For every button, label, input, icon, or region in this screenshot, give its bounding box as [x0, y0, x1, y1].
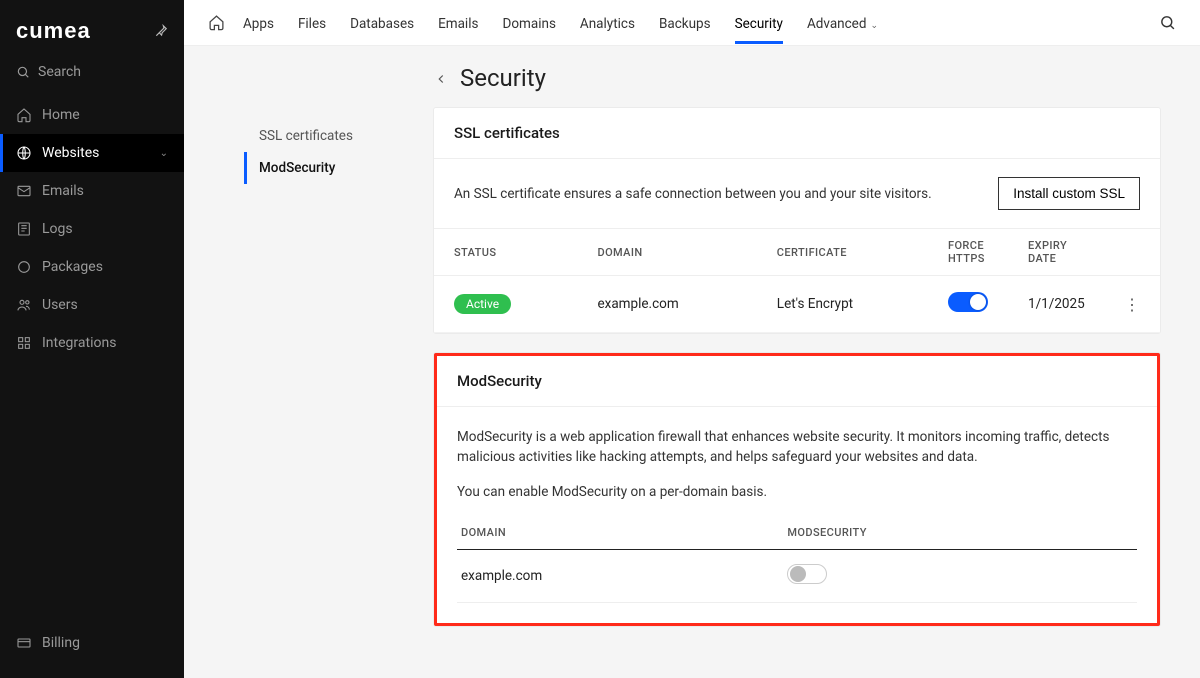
ssl-table: STATUS DOMAIN CERTIFICATE FORCE HTTPS EX… — [434, 228, 1160, 333]
sidebar-item-label: Integrations — [42, 335, 116, 351]
ssl-description: An SSL certificate ensures a safe connec… — [454, 186, 978, 202]
modsec-table-row: example.com — [457, 549, 1137, 602]
sidebar-item-label: Users — [42, 297, 78, 313]
sidebar-search-label: Search — [38, 64, 81, 80]
tab-security[interactable]: Security — [735, 3, 783, 43]
col-modsecurity: MODSECURITY — [783, 516, 1137, 550]
circle-icon — [16, 259, 32, 275]
ssl-card-heading: SSL certificates — [434, 108, 1160, 159]
ssl-expiry-cell: 1/1/2025 — [1014, 276, 1104, 333]
logs-icon — [16, 221, 32, 237]
sidebar-item-label: Home — [42, 107, 80, 123]
search-icon — [16, 65, 30, 79]
install-ssl-button[interactable]: Install custom SSL — [998, 177, 1140, 210]
row-actions-menu[interactable]: ⋮ — [1118, 295, 1146, 314]
sidebar-item-label: Emails — [42, 183, 84, 199]
back-button[interactable] — [434, 68, 448, 89]
topbar: Apps Files Databases Emails Domains Anal… — [184, 0, 1200, 46]
sidebar-item-emails[interactable]: Emails — [0, 172, 184, 210]
topbar-search-button[interactable] — [1159, 14, 1176, 31]
sidebar: ᴄumea Search Home Websites ⌄ Emails — [0, 0, 184, 678]
modsecurity-toggle[interactable] — [787, 564, 827, 584]
card-icon — [16, 635, 32, 651]
home-icon[interactable] — [208, 14, 225, 31]
tab-files[interactable]: Files — [298, 3, 326, 43]
home-icon — [16, 107, 32, 123]
tab-domains[interactable]: Domains — [502, 3, 555, 43]
tab-emails[interactable]: Emails — [438, 3, 478, 43]
ssl-cert-cell: Let's Encrypt — [763, 276, 934, 333]
subnav-modsecurity[interactable]: ModSecurity — [244, 152, 434, 184]
ssl-table-row: Active example.com Let's Encrypt 1/1/202… — [434, 276, 1160, 333]
mail-icon — [16, 183, 32, 199]
force-https-toggle[interactable] — [948, 292, 988, 312]
sidebar-item-billing[interactable]: Billing — [0, 624, 184, 662]
grid-icon — [16, 335, 32, 351]
ssl-card: SSL certificates An SSL certificate ensu… — [434, 108, 1160, 333]
col-domain: DOMAIN — [583, 229, 762, 276]
col-domain: DOMAIN — [457, 516, 783, 550]
modsec-description-2: You can enable ModSecurity on a per-doma… — [457, 482, 1137, 502]
tab-apps[interactable]: Apps — [243, 3, 274, 43]
security-subnav: SSL certificates ModSecurity — [184, 46, 434, 678]
sidebar-item-label: Logs — [42, 221, 73, 237]
sidebar-item-label: Billing — [42, 635, 80, 651]
pin-icon[interactable] — [154, 23, 168, 39]
modsec-description-1: ModSecurity is a web application firewal… — [457, 427, 1137, 468]
subnav-ssl[interactable]: SSL certificates — [244, 120, 434, 152]
status-badge: Active — [454, 294, 511, 314]
col-force-https: FORCE HTTPS — [934, 229, 1014, 276]
col-status: STATUS — [434, 229, 583, 276]
globe-icon — [16, 145, 32, 161]
tab-backups[interactable]: Backups — [659, 3, 711, 43]
modsec-heading: ModSecurity — [437, 356, 1157, 407]
sidebar-search[interactable]: Search — [0, 54, 184, 96]
sidebar-item-home[interactable]: Home — [0, 96, 184, 134]
brand-logo: ᴄumea — [16, 18, 144, 44]
sidebar-item-packages[interactable]: Packages — [0, 248, 184, 286]
users-icon — [16, 297, 32, 313]
sidebar-item-label: Packages — [42, 259, 103, 275]
modsec-domain-cell: example.com — [457, 549, 783, 602]
sidebar-item-logs[interactable]: Logs — [0, 210, 184, 248]
chevron-down-icon: ⌄ — [160, 148, 168, 159]
sidebar-item-label: Websites — [42, 145, 99, 161]
sidebar-item-users[interactable]: Users — [0, 286, 184, 324]
chevron-down-icon: ⌄ — [870, 21, 878, 31]
ssl-domain-cell: example.com — [583, 276, 762, 333]
col-expiry: EXPIRY DATE — [1014, 229, 1104, 276]
tab-databases[interactable]: Databases — [350, 3, 414, 43]
sidebar-item-websites[interactable]: Websites ⌄ — [0, 134, 184, 172]
tab-analytics[interactable]: Analytics — [580, 3, 635, 43]
page-title: Security — [460, 64, 546, 92]
sidebar-item-integrations[interactable]: Integrations — [0, 324, 184, 362]
tab-advanced[interactable]: Advanced⌄ — [807, 3, 878, 43]
modsecurity-card: ModSecurity ModSecurity is a web applica… — [434, 353, 1160, 626]
col-certificate: CERTIFICATE — [763, 229, 934, 276]
modsec-table: DOMAIN MODSECURITY example.com — [457, 516, 1137, 603]
